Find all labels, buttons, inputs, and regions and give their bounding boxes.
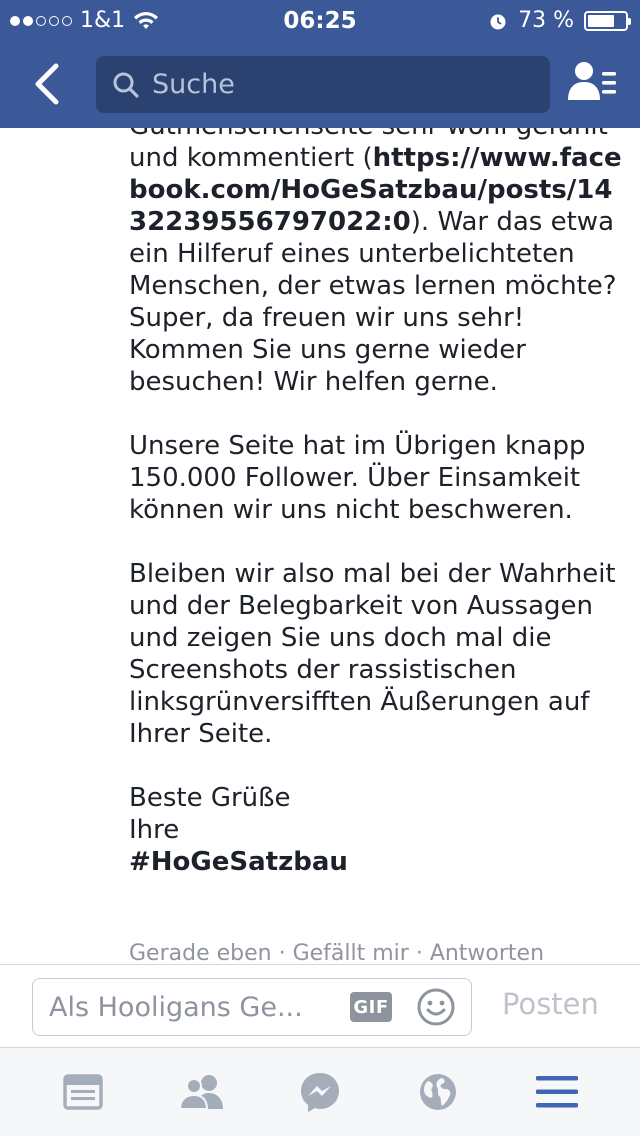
- search-bar[interactable]: [96, 56, 550, 113]
- tab-messenger[interactable]: [288, 1060, 352, 1124]
- search-input[interactable]: [152, 69, 532, 100]
- comment-composer: GIF Posten: [0, 964, 640, 1048]
- friend-list-button[interactable]: [568, 60, 618, 108]
- smiley-icon[interactable]: [416, 987, 456, 1027]
- tab-news-feed[interactable]: [51, 1060, 115, 1124]
- comment-body: Gutmenschenseite sehr wohl gefühlt und k…: [129, 128, 625, 878]
- search-icon: [113, 72, 139, 98]
- hamburger-menu-icon: [535, 1076, 578, 1108]
- comment-input-box[interactable]: GIF: [32, 978, 472, 1036]
- comment-paragraph: Gutmenschenseite sehr wohl gefühlt und k…: [129, 128, 625, 398]
- alarm-icon: [490, 14, 506, 29]
- tab-friend-requests[interactable]: [170, 1060, 234, 1124]
- like-link[interactable]: Gefällt mir: [293, 941, 409, 964]
- bottom-tab-bar: [0, 1048, 640, 1136]
- comment-input[interactable]: [49, 991, 324, 1023]
- news-feed-icon: [63, 1074, 103, 1110]
- navigation-header: 1&1 06:25 73 %: [0, 0, 640, 128]
- meta-separator: ·: [408, 941, 430, 964]
- meta-separator: ·: [271, 941, 293, 964]
- battery-level: [588, 14, 615, 27]
- comment-signature: Beste Grüße Ihre #HoGeSatzbau: [129, 782, 625, 878]
- signature-line: Ihre: [129, 815, 180, 845]
- battery-icon: [584, 10, 631, 31]
- post-button[interactable]: Posten: [502, 987, 599, 1021]
- battery-percent: 73 %: [518, 8, 574, 33]
- comment-meta: Gerade eben · Gefällt mir · Antworten: [129, 941, 544, 964]
- tab-notifications[interactable]: [406, 1060, 470, 1124]
- globe-icon: [420, 1074, 457, 1110]
- person-list-icon: [568, 62, 616, 100]
- comment-paragraph: Unsere Seite hat im Übrigen knapp 150.00…: [129, 431, 586, 525]
- messenger-icon: [300, 1073, 339, 1112]
- signature-hashtag[interactable]: #HoGeSatzbau: [129, 846, 625, 878]
- reply-link[interactable]: Antworten: [430, 941, 544, 964]
- back-button[interactable]: [24, 60, 68, 108]
- status-bar: 1&1 06:25 73 %: [0, 0, 640, 40]
- comment-paragraph: Bleiben wir also mal bei der Wahrheit un…: [129, 559, 616, 749]
- tab-more[interactable]: [525, 1060, 589, 1124]
- comment-timestamp: Gerade eben: [129, 941, 272, 964]
- gif-button[interactable]: GIF: [350, 992, 392, 1022]
- signature-greeting: Beste Grüße: [129, 783, 291, 813]
- friends-icon: [178, 1075, 223, 1110]
- status-right: 73 %: [488, 8, 631, 33]
- chevron-left-icon: [35, 63, 59, 105]
- comment-thread: Gutmenschenseite sehr wohl gefühlt und k…: [0, 128, 640, 964]
